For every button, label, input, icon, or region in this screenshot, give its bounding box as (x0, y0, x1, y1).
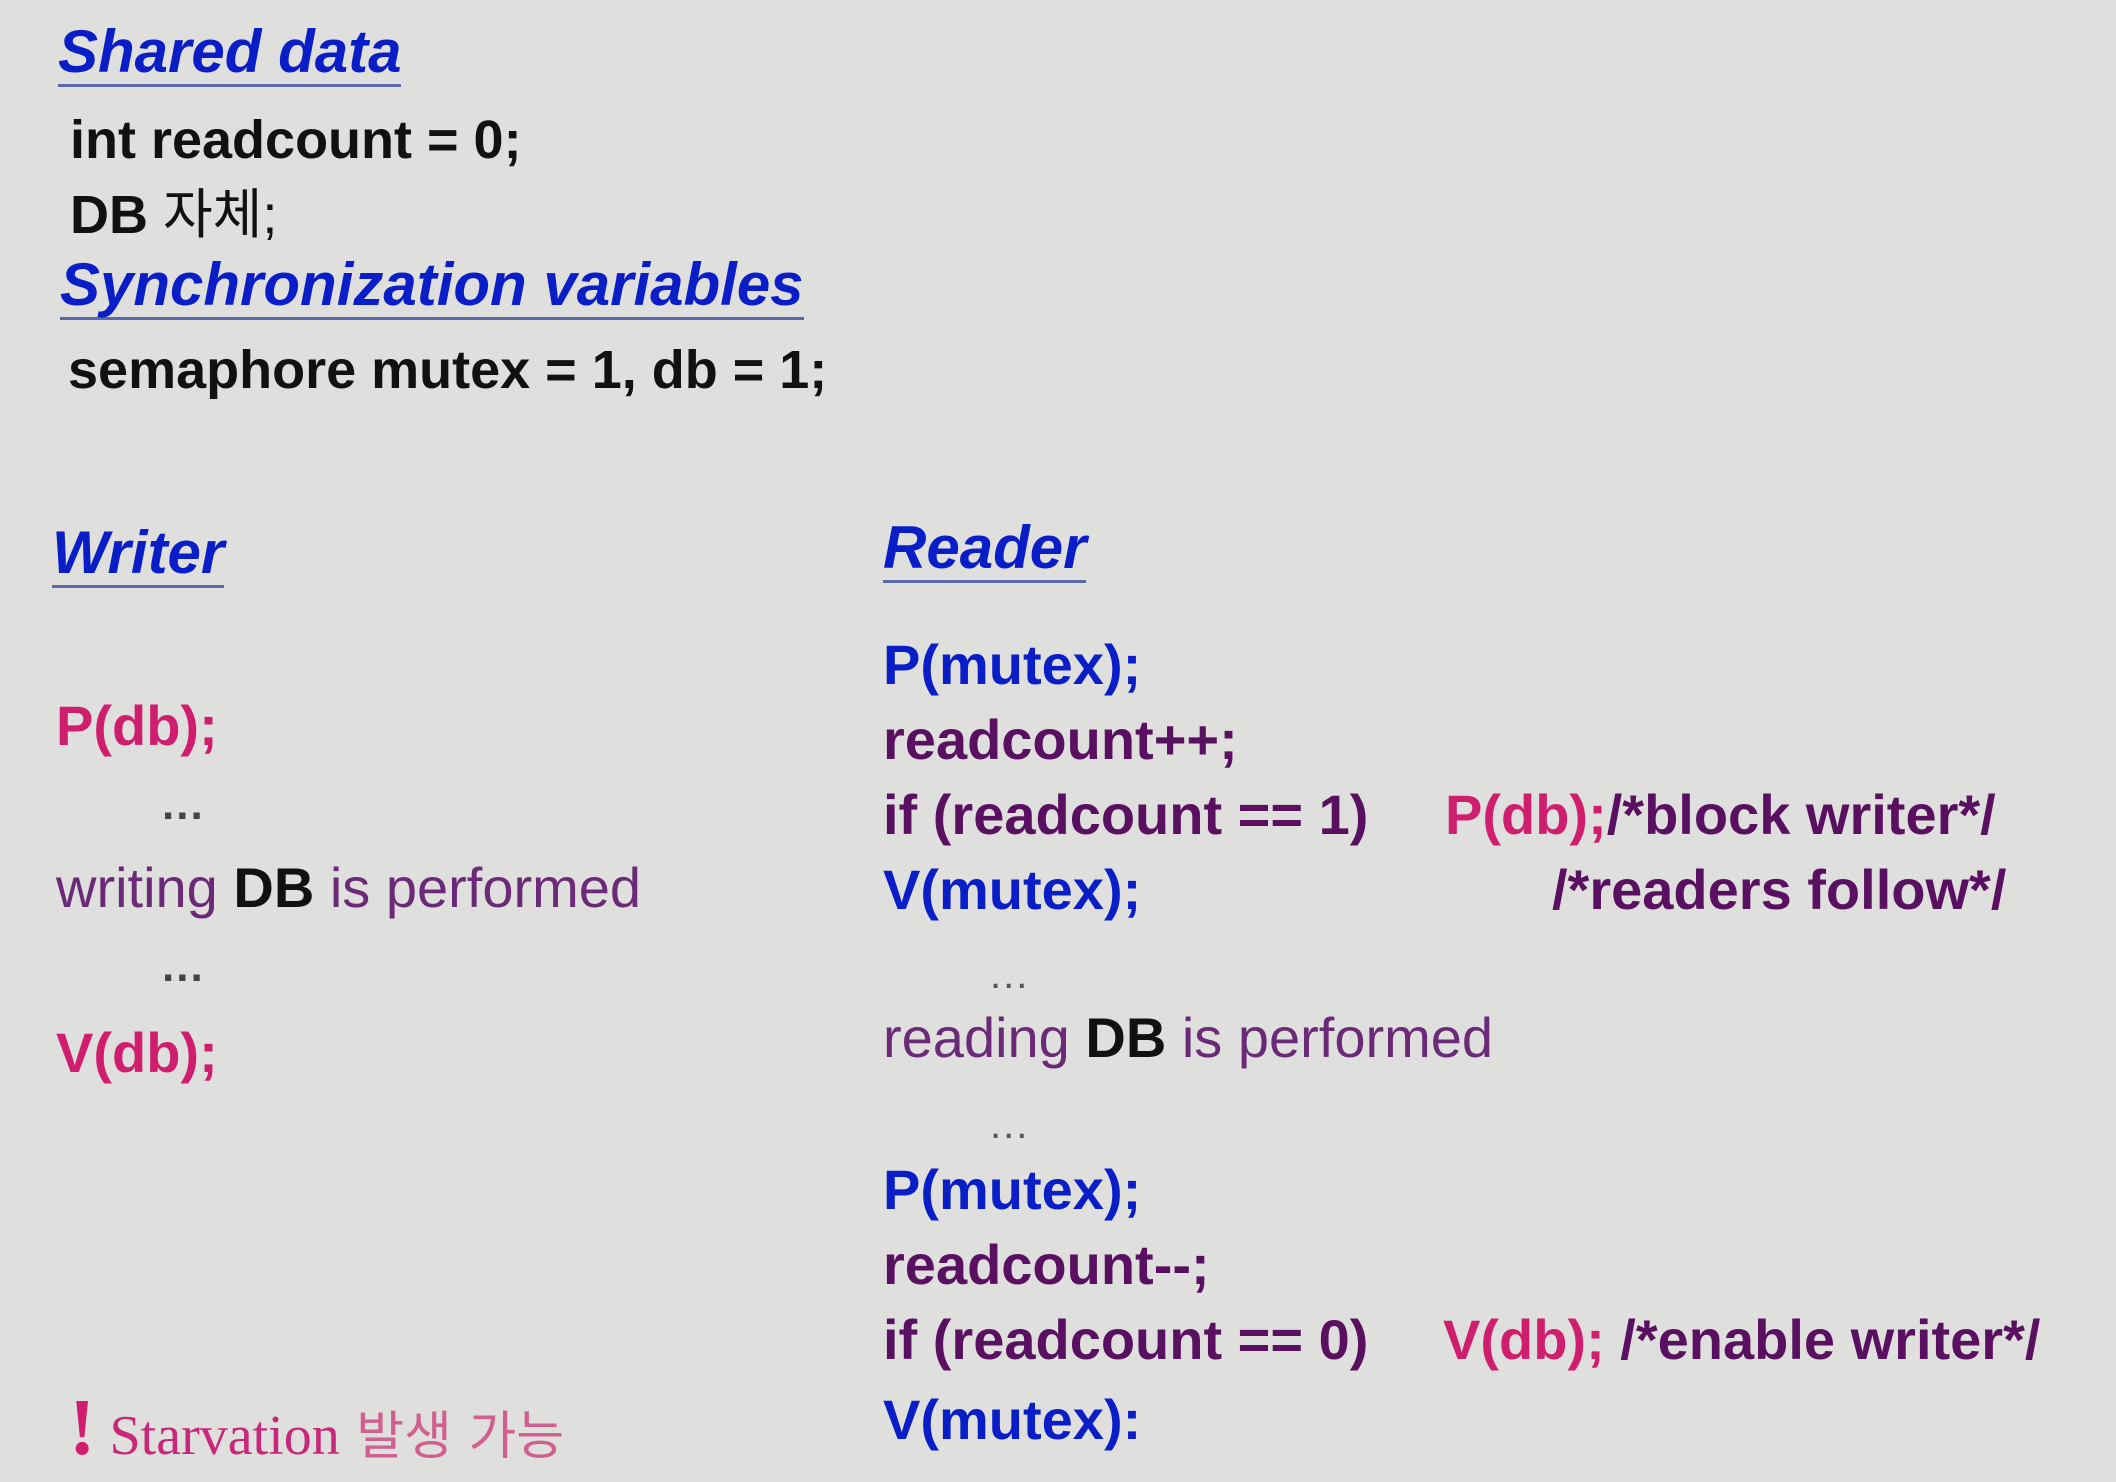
writer-writing-line: writing DB is performed (56, 860, 641, 916)
writer-ellipsis-2: ... (162, 942, 205, 991)
starvation-korean-text: 발생 가능 (339, 1407, 565, 1467)
starvation-note: ! Starvation 발생 가능 (60, 1372, 564, 1468)
writer-ellipsis-1: ... (162, 780, 205, 829)
reader-heading: Reader (883, 514, 1087, 583)
reader-v-mutex-1: V(mutex); (883, 858, 1142, 921)
exclamation-icon: ! (68, 1384, 96, 1472)
block-writer-comment: /*block writer*/ (1606, 783, 1996, 846)
reader-readcount-increment: readcount++; (883, 708, 1238, 771)
writer-v-db: V(db); (56, 1021, 218, 1084)
reader-p-mutex-2: P(mutex); (883, 1158, 1142, 1221)
sync-variables-heading: Synchronization variables (60, 251, 804, 320)
writing-text: writing (56, 856, 234, 919)
reader-v-mutex-2: V(mutex): (883, 1388, 1142, 1451)
reading-text: reading (883, 1006, 1086, 1069)
reader-readcount-decrement: readcount--; (883, 1233, 1210, 1296)
reader-v-db: V(db); (1443, 1308, 1605, 1371)
reading-db-text: DB (1085, 1006, 1167, 1069)
readers-follow-comment: /*readers follow*/ (1552, 858, 2007, 921)
writing-performed-text: is performed (314, 856, 642, 919)
reader-ellipsis-1: ... (990, 953, 1030, 997)
semaphore-declaration: semaphore mutex = 1, db = 1; (68, 340, 828, 400)
reader-p-db: P(db); (1445, 783, 1607, 846)
reader-block-writer: P(db);/*block writer*/ (1445, 787, 1996, 843)
db-label: DB (70, 185, 148, 245)
db-declaration: DB 자체; (70, 188, 277, 242)
writing-db-text: DB (233, 856, 315, 919)
writer-p-db: P(db); (56, 694, 218, 757)
reader-enable-writer: V(db); /*enable writer*/ (1443, 1312, 2040, 1368)
reader-if-readcount-1: if (readcount == 1) (883, 783, 1369, 846)
readcount-declaration: int readcount = 0; (70, 110, 522, 170)
reader-ellipsis-2: ... (990, 1103, 1030, 1147)
enable-writer-comment: /*enable writer*/ (1604, 1308, 2041, 1371)
writer-heading: Writer (52, 519, 225, 588)
reader-reading-line: reading DB is performed (883, 1010, 1493, 1066)
reader-if-readcount-0: if (readcount == 0) (883, 1308, 1369, 1371)
shared-data-heading: Shared data (58, 18, 402, 87)
starvation-text: Starvation (109, 1405, 340, 1467)
db-korean-label: 자체; (148, 185, 278, 245)
reader-p-mutex-1: P(mutex); (883, 633, 1142, 696)
reading-performed-text: is performed (1166, 1006, 1494, 1069)
